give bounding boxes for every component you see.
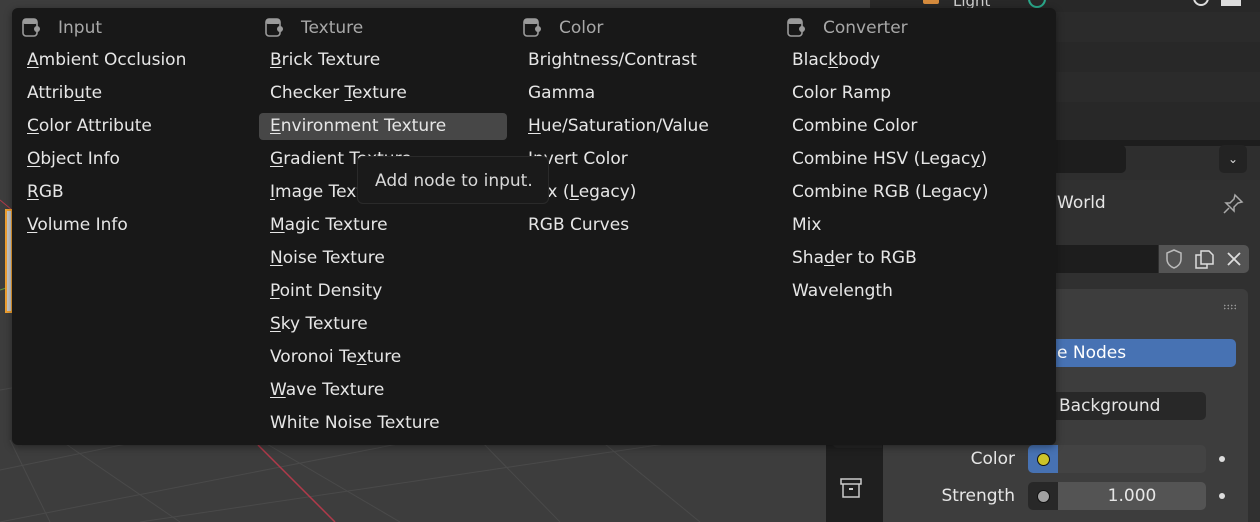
menu-item-voronoi-texture[interactable]: Voronoi Texture	[259, 344, 507, 371]
menu-item-magic-texture[interactable]: Magic Texture	[259, 212, 507, 239]
close-icon	[1227, 252, 1241, 266]
strength-label: Strength	[941, 486, 1015, 506]
menu-item-noise-texture[interactable]: Noise Texture	[259, 245, 507, 272]
column-header-label: Converter	[823, 18, 908, 38]
menu-item-ambient-occlusion[interactable]: Ambient Occlusion	[16, 47, 246, 74]
menu-item-mix[interactable]: Mix	[781, 212, 1031, 239]
duplicate-button[interactable]	[1189, 245, 1219, 273]
color-label: Color	[970, 449, 1015, 469]
column-header-texture: Texture	[265, 16, 363, 40]
menu-item-shader-to-rgb[interactable]: Shader to RGB	[781, 245, 1031, 272]
fake-user-button[interactable]	[1159, 245, 1189, 273]
keyframe-dot-icon[interactable]	[1219, 493, 1225, 499]
node-category-icon	[22, 18, 40, 37]
menu-item-wave-texture[interactable]: Wave Texture	[259, 377, 507, 404]
menu-item-hue-saturation-value[interactable]: Hue/Saturation/Value	[517, 113, 767, 140]
menu-item-color-attribute[interactable]: Color Attribute	[16, 113, 246, 140]
light-icon	[923, 0, 939, 4]
pin-icon[interactable]	[1222, 193, 1244, 215]
column-header-converter: Converter	[787, 16, 908, 40]
color-socket-icon	[1036, 452, 1050, 466]
copy-icon	[1195, 250, 1214, 269]
world-context-label: World	[1057, 193, 1106, 213]
column-header-label: Texture	[301, 18, 364, 38]
strength-socket-button[interactable]	[1028, 482, 1058, 510]
world-datablock-field[interactable]	[1040, 245, 1158, 273]
menu-item-mix-legacy[interactable]: Mix (Legacy)	[517, 179, 767, 206]
menu-item-environment-texture[interactable]: Environment Texture	[259, 113, 507, 140]
menu-item-gamma[interactable]: Gamma	[517, 80, 767, 107]
surface-shader-field[interactable]: Background	[1040, 392, 1206, 420]
column-header-input: Input	[22, 16, 102, 40]
menu-item-combine-rgb-legacy[interactable]: Combine RGB (Legacy)	[781, 179, 1031, 206]
color-value-field[interactable]	[1058, 445, 1206, 473]
tooltip: Add node to input.	[357, 156, 549, 204]
shield-icon	[1166, 249, 1182, 269]
strength-value-field[interactable]: 1.000	[1058, 482, 1206, 510]
menu-item-object-info[interactable]: Object Info	[16, 146, 246, 173]
color-socket-button[interactable]	[1028, 445, 1058, 473]
node-category-icon	[265, 18, 283, 37]
menu-item-rgb[interactable]: RGB	[16, 179, 246, 206]
menu-item-wavelength[interactable]: Wavelength	[781, 278, 1031, 305]
archive-icon[interactable]	[840, 477, 862, 499]
menu-item-color-ramp[interactable]: Color Ramp	[781, 80, 1031, 107]
column-header-label: Color	[559, 18, 604, 38]
use-nodes-button[interactable]: e Nodes	[1040, 339, 1236, 367]
column-header-color: Color	[523, 16, 603, 40]
drag-grip-icon[interactable]	[1223, 304, 1237, 310]
menu-item-white-noise-texture[interactable]: White Noise Texture	[259, 410, 507, 437]
keyframe-dot-icon[interactable]	[1219, 456, 1225, 462]
menu-item-combine-hsv-legacy[interactable]: Combine HSV (Legacy)	[781, 146, 1031, 173]
menu-item-combine-color[interactable]: Combine Color	[781, 113, 1031, 140]
column-header-label: Input	[58, 18, 103, 38]
menu-item-rgb-curves[interactable]: RGB Curves	[517, 212, 767, 239]
menu-item-blackbody[interactable]: Blackbody	[781, 47, 1031, 74]
menu-item-volume-info[interactable]: Volume Info	[16, 212, 246, 239]
menu-item-point-density[interactable]: Point Density	[259, 278, 507, 305]
menu-item-sky-texture[interactable]: Sky Texture	[259, 311, 507, 338]
node-category-icon	[787, 18, 805, 37]
menu-item-brightness-contrast[interactable]: Brightness/Contrast	[517, 47, 767, 74]
menu-item-brick-texture[interactable]: Brick Texture	[259, 47, 507, 74]
chevron-down-icon[interactable]: ⌄	[1219, 145, 1247, 173]
menu-item-invert-color[interactable]: Invert Color	[517, 146, 767, 173]
strength-socket-icon	[1036, 489, 1050, 503]
render-camera-icon[interactable]	[1221, 0, 1241, 6]
menu-item-attribute[interactable]: Attribute	[16, 80, 246, 107]
node-category-icon	[523, 18, 541, 37]
menu-item-checker-texture[interactable]: Checker Texture	[259, 80, 507, 107]
unlink-button[interactable]	[1219, 245, 1249, 273]
